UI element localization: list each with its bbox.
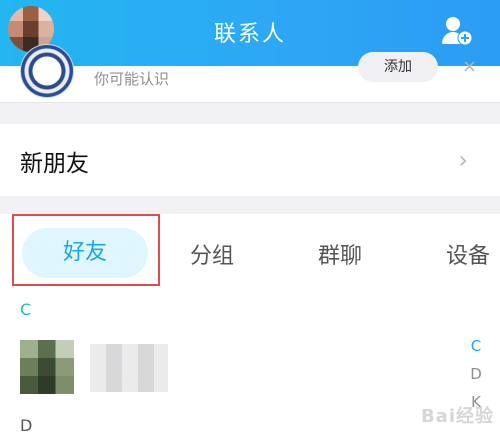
tab-group-chats[interactable]: 群聊 <box>318 238 362 270</box>
contact-name[interactable] <box>90 344 168 392</box>
contacts-panel: 好友 分组 群聊 设备 C D C D K Bai经验 <box>0 214 500 442</box>
recommendation-row[interactable]: 你可能认识 添加 × <box>0 44 500 102</box>
section-header-c: C <box>20 300 32 319</box>
index-letter[interactable]: D <box>466 360 486 388</box>
tab-friends[interactable]: 好友 <box>22 228 148 278</box>
add-user-icon[interactable] <box>440 14 474 48</box>
page-title: 联系人 <box>213 22 286 47</box>
chevron-right-icon: › <box>458 146 468 174</box>
contact-avatar[interactable] <box>20 340 74 394</box>
watermark: Bai经验 <box>420 406 494 427</box>
section-header-d: D <box>20 416 33 435</box>
recommendation-subtitle: 你可能认识 <box>94 70 170 88</box>
new-friends-row[interactable]: 新朋友 › <box>0 124 500 196</box>
close-icon[interactable]: × <box>462 56 477 77</box>
tab-groups[interactable]: 分组 <box>190 238 234 270</box>
tab-devices[interactable]: 设备 <box>446 238 490 270</box>
divider <box>0 102 500 103</box>
add-button[interactable]: 添加 <box>358 52 438 82</box>
recommendation-avatar <box>20 44 74 98</box>
new-friends-label: 新朋友 <box>20 151 89 177</box>
index-letter[interactable]: C <box>466 332 486 360</box>
